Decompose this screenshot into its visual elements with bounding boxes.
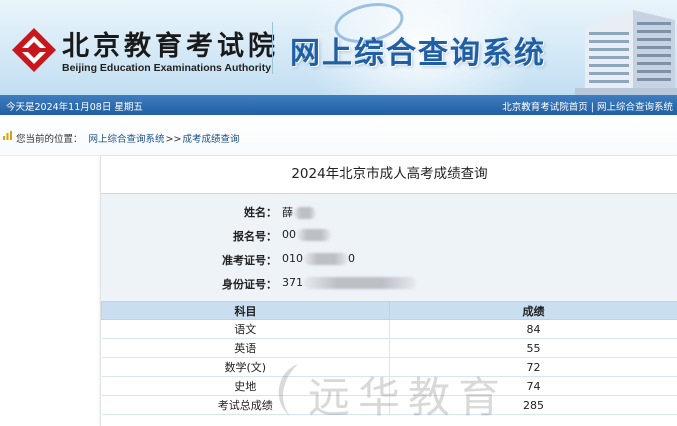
candidate-info: 姓名： 薛 报名号： 00 准考证号： 010 0 身份证号： 371: [101, 194, 677, 301]
table-header-row: 科目 成绩: [101, 301, 677, 320]
building-illustration-icon: [575, 10, 677, 95]
bars-icon: [3, 131, 12, 140]
redaction-blur: [304, 277, 416, 289]
breadcrumb-item-query-system[interactable]: 网上综合查询系统: [89, 134, 165, 145]
bjeea-logo-icon: [12, 28, 56, 72]
breadcrumb: 您当前的位置： 网上综合查询系统>>成考成绩查询: [16, 131, 239, 145]
subject-cell: 考试总成绩: [101, 395, 390, 415]
info-row-idcard: 身份证号： 371: [101, 276, 677, 296]
table-row: 英语 55: [101, 338, 677, 358]
org-name-en: Beijing Education Examinations Authority: [62, 62, 272, 74]
admission-value-suffix: 0: [348, 252, 355, 265]
score-cell: 55: [389, 338, 677, 358]
registration-value: 00: [282, 228, 331, 241]
name-value: 薛: [282, 204, 316, 220]
admission-value-text: 010: [282, 252, 303, 265]
idcard-label: 身份证号：: [222, 278, 277, 291]
breadcrumb-label: 您当前的位置：: [16, 134, 83, 145]
date-nav-bar: 今天是2024年11月08日 星期五 北京教育考试院首页 | 网上综合查询系统: [0, 95, 677, 115]
table-row: 史地 74: [101, 376, 677, 396]
score-cell: 74: [389, 376, 677, 396]
registration-value-text: 00: [282, 228, 296, 241]
subject-cell: 语文: [101, 319, 390, 339]
subject-cell: 史地: [101, 376, 390, 396]
score-cell: 285: [389, 395, 677, 415]
admission-value: 010 0: [282, 252, 355, 265]
table-row: 语文 84: [101, 319, 677, 339]
link-separator: |: [590, 102, 594, 113]
score-cell: 84: [389, 319, 677, 339]
subject-cell: 英语: [101, 338, 390, 358]
score-cell: 72: [389, 357, 677, 377]
redaction-blur: [304, 253, 348, 265]
top-links: 北京教育考试院首页 | 网上综合查询系统: [502, 99, 673, 113]
query-system-link[interactable]: 网上综合查询系统: [597, 102, 673, 113]
result-panel: 2024年北京市成人高考成绩查询 姓名： 薛 报名号： 00 准考证号： 010…: [100, 156, 677, 426]
subject-cell: 数学(文): [101, 357, 390, 377]
column-header-subject: 科目: [101, 301, 390, 320]
info-row-admission: 准考证号： 010 0: [101, 252, 677, 272]
breadcrumb-arrow: >>: [165, 134, 182, 145]
column-header-score: 成绩: [389, 301, 677, 320]
idcard-value-text: 371: [282, 276, 303, 289]
home-link[interactable]: 北京教育考试院首页: [502, 102, 588, 113]
result-title: 2024年北京市成人高考成绩查询: [101, 156, 677, 194]
redaction-blur: [294, 207, 316, 219]
name-label: 姓名：: [244, 206, 277, 219]
header-banner: 北京教育考试院 Beijing Education Examinations A…: [0, 0, 677, 95]
breadcrumb-bar: 您当前的位置： 网上综合查询系统>>成考成绩查询: [0, 115, 677, 156]
org-name-cn: 北京教育考试院: [62, 31, 279, 62]
redaction-blur: [297, 229, 331, 241]
name-value-text: 薛: [282, 206, 293, 219]
info-row-name: 姓名： 薛: [101, 204, 677, 224]
table-row: 数学(文) 72: [101, 357, 677, 377]
admission-label: 准考证号：: [222, 254, 277, 267]
logo-divider: [272, 22, 273, 74]
idcard-value: 371: [282, 276, 416, 289]
registration-label: 报名号：: [233, 230, 277, 243]
table-row: 考试总成绩 285: [101, 395, 677, 415]
current-date: 今天是2024年11月08日 星期五: [6, 102, 143, 113]
breadcrumb-item-score-query[interactable]: 成考成绩查询: [182, 134, 239, 145]
info-row-registration: 报名号： 00: [101, 228, 677, 248]
score-table: 科目 成绩 语文 84 英语 55 数学(文) 72 史地 74 考试总成绩 2…: [101, 301, 677, 415]
site-title: 网上综合查询系统: [290, 36, 546, 71]
